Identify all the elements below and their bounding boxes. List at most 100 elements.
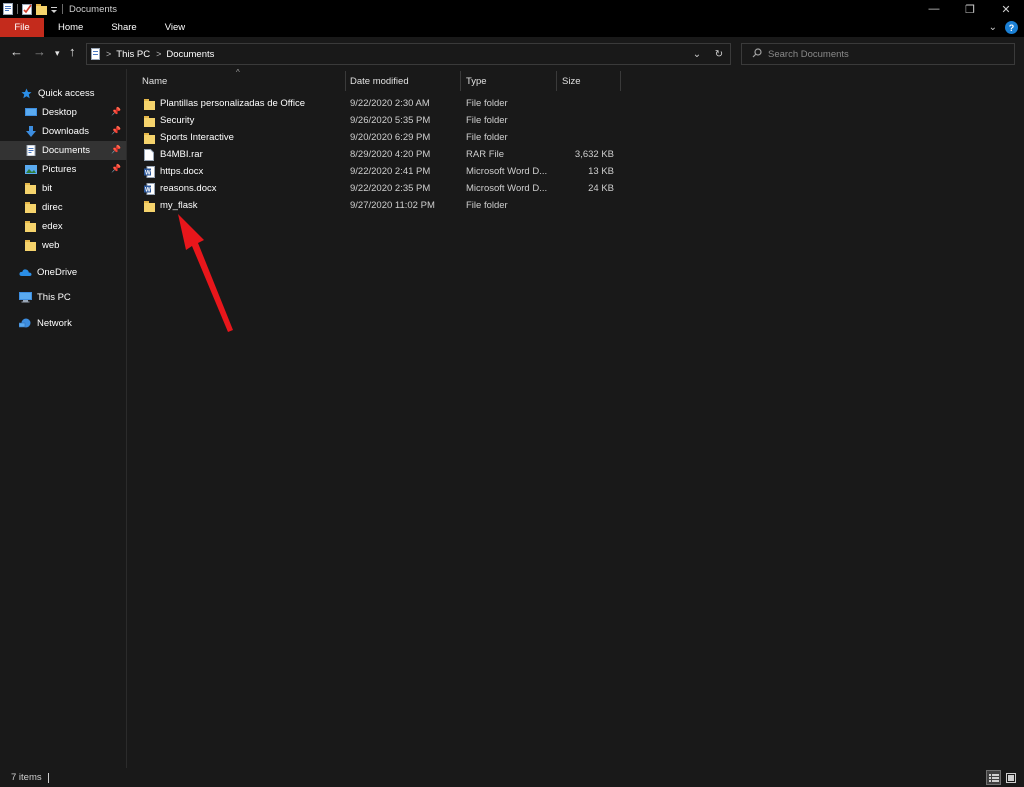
large-icons-view-icon[interactable] <box>1003 770 1018 785</box>
sidebar-item-desktop[interactable]: Desktop 📌 <box>0 103 126 122</box>
breadcrumb-this-pc[interactable]: This PC <box>116 49 150 60</box>
sidebar-item-label: web <box>42 240 60 251</box>
sidebar-item-web[interactable]: web <box>0 236 126 255</box>
file-name-cell: Sports Interactive <box>144 132 234 144</box>
help-button[interactable]: ? <box>1005 21 1018 34</box>
sidebar-item-edex[interactable]: edex <box>0 217 126 236</box>
sidebar-item-documents[interactable]: Documents 📌 <box>0 141 126 160</box>
document-icon[interactable] <box>3 3 13 15</box>
sidebar-item-label: edex <box>42 221 63 232</box>
folder-icon <box>144 115 155 127</box>
file-name: Plantillas personalizadas de Office <box>160 98 306 109</box>
sidebar-item-label: This PC <box>37 292 71 303</box>
sidebar-item-direc[interactable]: direc <box>0 198 126 217</box>
toolbar-separator <box>17 4 18 14</box>
pin-icon: 📌 <box>111 126 121 135</box>
star-icon <box>21 88 33 99</box>
sidebar-item-label: direc <box>42 202 63 213</box>
sidebar-item-onedrive[interactable]: OneDrive <box>0 263 126 282</box>
recent-locations-button[interactable]: ▾ <box>55 46 60 60</box>
sidebar-item-label: Desktop <box>42 107 77 118</box>
column-header-name[interactable]: Name <box>142 69 167 93</box>
column-divider[interactable] <box>460 71 461 91</box>
address-bar[interactable]: > This PC > Documents ⌄ ↻ <box>86 43 731 65</box>
details-view-icon[interactable] <box>986 770 1001 785</box>
breadcrumb-separator[interactable]: > <box>106 49 111 59</box>
file-name: Security <box>160 115 195 126</box>
breadcrumb-documents[interactable]: Documents <box>166 49 214 60</box>
search-input[interactable] <box>768 48 1008 60</box>
column-divider[interactable] <box>556 71 557 91</box>
folder-icon <box>144 200 155 212</box>
file-name: https.docx <box>160 166 204 177</box>
sidebar-item-bit[interactable]: bit <box>0 179 126 198</box>
pictures-icon <box>25 164 37 175</box>
tab-home[interactable]: Home <box>44 18 97 37</box>
folder-icon <box>25 221 37 232</box>
search-box[interactable] <box>741 43 1015 65</box>
window-controls: — ❐ ✕ <box>916 0 1024 18</box>
column-divider[interactable] <box>620 71 621 91</box>
navigation-pane: Quick access Desktop 📌 Downloads 📌 Docum… <box>0 69 127 768</box>
file-type: File folder <box>466 200 508 211</box>
refresh-button[interactable]: ↻ <box>708 49 730 60</box>
annotation-arrow-icon <box>178 214 233 332</box>
file-name: reasons.docx <box>160 183 217 194</box>
tab-file[interactable]: File <box>0 18 44 37</box>
file-date: 9/22/2020 2:35 PM <box>350 183 431 194</box>
file-name: B4MBI.rar <box>160 149 203 160</box>
title-bar: Documents — ❐ ✕ <box>0 0 1024 18</box>
sidebar-item-downloads[interactable]: Downloads 📌 <box>0 122 126 141</box>
sidebar-item-quick-access[interactable]: Quick access <box>0 84 126 103</box>
file-row[interactable]: W https.docx 9/22/2020 2:41 PM Microsoft… <box>140 163 1010 180</box>
status-divider <box>47 772 49 783</box>
file-row[interactable]: W reasons.docx 9/22/2020 2:35 PM Microso… <box>140 180 1010 197</box>
sidebar-item-pictures[interactable]: Pictures 📌 <box>0 160 126 179</box>
sidebar-item-label: Documents <box>42 145 91 156</box>
file-row[interactable]: B4MBI.rar 8/29/2020 4:20 PM RAR File 3,6… <box>140 146 1010 163</box>
minimize-button[interactable]: — <box>916 0 952 18</box>
folder-icon <box>25 240 37 251</box>
address-actions: ⌄ ↻ <box>686 44 730 64</box>
file-date: 9/22/2020 2:41 PM <box>350 166 431 177</box>
tab-share[interactable]: Share <box>97 18 150 37</box>
properties-icon[interactable] <box>22 3 32 15</box>
file-name: Sports Interactive <box>160 132 234 143</box>
file-row[interactable]: Sports Interactive 9/20/2020 6:29 PM Fil… <box>140 129 1010 146</box>
column-divider[interactable] <box>345 71 346 91</box>
file-size: 24 KB <box>588 183 614 194</box>
address-history-button[interactable]: ⌄ <box>686 49 708 60</box>
column-header-date-modified[interactable]: Date modified <box>350 69 409 93</box>
folder-icon <box>25 183 37 194</box>
file-date: 8/29/2020 4:20 PM <box>350 149 431 160</box>
file-row[interactable]: Plantillas personalizadas de Office 9/22… <box>140 95 1010 112</box>
close-button[interactable]: ✕ <box>988 0 1024 18</box>
back-button[interactable]: ← <box>10 45 23 59</box>
sidebar-item-network[interactable]: Network <box>0 314 126 333</box>
tab-view[interactable]: View <box>151 18 199 37</box>
computer-icon <box>19 292 32 303</box>
file-row[interactable]: Security 9/26/2020 5:35 PM File folder <box>140 112 1010 129</box>
restore-button[interactable]: ❐ <box>952 0 988 18</box>
column-header-type[interactable]: Type <box>466 69 487 93</box>
new-folder-icon[interactable] <box>36 3 47 15</box>
pin-icon: 📌 <box>111 145 121 154</box>
file-date: 9/20/2020 6:29 PM <box>350 132 431 143</box>
file-date: 9/26/2020 5:35 PM <box>350 115 431 126</box>
desktop-icon <box>25 107 37 118</box>
sidebar-item-this-pc[interactable]: This PC <box>0 288 126 307</box>
file-icon <box>144 148 154 161</box>
file-name-cell: Security <box>144 115 194 127</box>
forward-button[interactable]: → <box>33 45 46 59</box>
expand-ribbon-icon[interactable]: ⌄ <box>989 22 997 33</box>
breadcrumb-separator[interactable]: > <box>156 49 161 59</box>
column-header-size[interactable]: Size <box>562 69 580 93</box>
sort-ascending-icon: ^ <box>236 68 240 77</box>
customize-toolbar-icon[interactable] <box>50 3 58 15</box>
quick-access-toolbar <box>0 0 67 18</box>
up-button[interactable]: ↑ <box>69 45 76 59</box>
file-row[interactable]: my_flask 9/27/2020 11:02 PM File folder <box>140 197 1010 214</box>
sidebar-item-label: Pictures <box>42 164 77 175</box>
folder-icon <box>25 202 37 213</box>
word-doc-icon: W <box>144 165 155 178</box>
